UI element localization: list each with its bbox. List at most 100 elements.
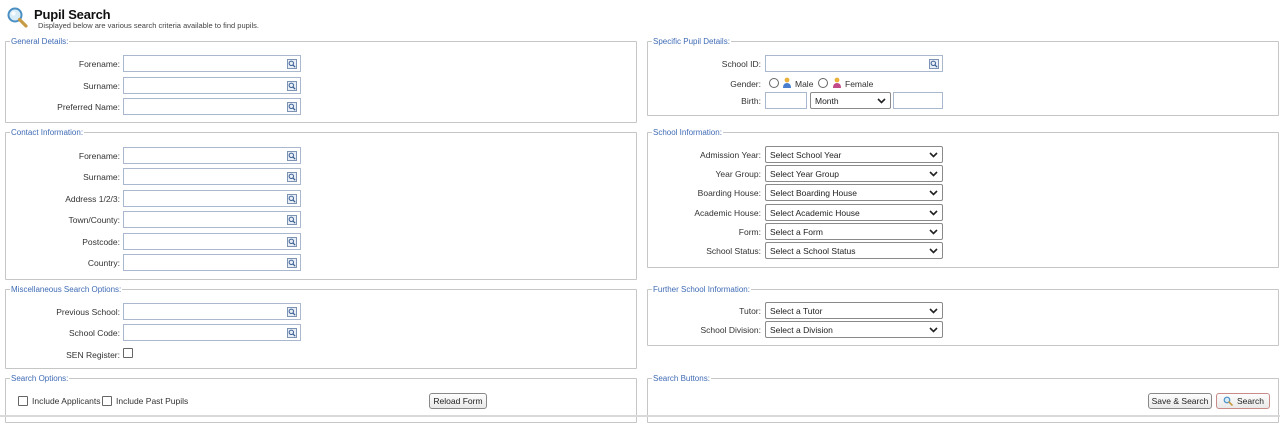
gender-male-radio[interactable] <box>769 78 779 88</box>
school-status-label: School Status: <box>706 246 761 256</box>
contact-surname-label: Surname: <box>83 172 120 182</box>
lookup-icon[interactable] <box>287 215 297 225</box>
general-forename-field[interactable] <box>123 55 301 72</box>
address-input[interactable] <box>124 191 300 206</box>
preferred-name-label: Preferred Name: <box>57 102 120 112</box>
chevron-down-icon <box>929 190 938 196</box>
lookup-icon[interactable] <box>287 102 297 112</box>
include-applicants-checkbox[interactable] <box>18 396 28 406</box>
school-status-select[interactable]: Select a School Status <box>765 242 943 259</box>
lookup-icon[interactable] <box>287 237 297 247</box>
further-school-information-legend: Further School Information: <box>652 284 751 295</box>
chevron-down-icon <box>929 229 938 235</box>
misc-search-options-legend: Miscellaneous Search Options: <box>10 284 123 295</box>
contact-forename-label: Forename: <box>78 151 120 161</box>
tutor-value: Select a Tutor <box>770 306 823 316</box>
birth-label: Birth: <box>741 96 761 106</box>
birth-day-input[interactable] <box>766 93 806 108</box>
postcode-field[interactable] <box>123 233 301 250</box>
country-field[interactable] <box>123 254 301 271</box>
gender-female-radio[interactable] <box>818 78 828 88</box>
school-status-value: Select a School Status <box>770 246 856 256</box>
form-select[interactable]: Select a Form <box>765 223 943 240</box>
contact-forename-input[interactable] <box>124 148 300 163</box>
country-input[interactable] <box>124 255 300 270</box>
lookup-icon[interactable] <box>287 172 297 182</box>
lookup-icon[interactable] <box>287 59 297 69</box>
contact-surname-field[interactable] <box>123 168 301 185</box>
contact-surname-input[interactable] <box>124 169 300 184</box>
school-id-input[interactable] <box>766 56 942 71</box>
gender-male-label[interactable]: Male <box>795 79 813 89</box>
sen-register-label: SEN Register: <box>66 350 120 360</box>
postcode-input[interactable] <box>124 234 300 249</box>
school-division-select[interactable]: Select a Division <box>765 321 943 338</box>
chevron-down-icon <box>929 327 938 333</box>
school-id-field[interactable] <box>765 55 943 72</box>
address-field[interactable] <box>123 190 301 207</box>
search-icon <box>1223 396 1233 406</box>
birth-month-value: Month <box>815 96 839 106</box>
general-details-legend: General Details: <box>10 36 70 47</box>
birth-year-field[interactable] <box>893 92 943 109</box>
general-preferred-name-input[interactable] <box>124 99 300 114</box>
chevron-down-icon <box>929 210 938 216</box>
lookup-icon[interactable] <box>287 81 297 91</box>
lookup-icon[interactable] <box>929 59 939 69</box>
surname-label: Surname: <box>83 81 120 91</box>
previous-school-input[interactable] <box>124 304 300 319</box>
lookup-icon[interactable] <box>287 258 297 268</box>
boarding-house-label: Boarding House: <box>697 188 761 198</box>
previous-school-label: Previous School: <box>56 307 120 317</box>
school-code-field[interactable] <box>123 324 301 341</box>
previous-school-field[interactable] <box>123 303 301 320</box>
country-label: Country: <box>87 258 120 268</box>
contact-forename-field[interactable] <box>123 147 301 164</box>
birth-year-input[interactable] <box>894 93 942 108</box>
tutor-select[interactable]: Select a Tutor <box>765 302 943 319</box>
sen-register-checkbox[interactable] <box>123 348 133 358</box>
town-county-field[interactable] <box>123 211 301 228</box>
gender-female-label[interactable]: Female <box>845 79 873 89</box>
general-surname-field[interactable] <box>123 77 301 94</box>
include-past-pupils-label[interactable]: Include Past Pupils <box>116 396 188 406</box>
year-group-value: Select Year Group <box>770 169 839 179</box>
birth-day-field[interactable] <box>765 92 807 109</box>
admission-year-value: Select School Year <box>770 150 842 160</box>
admission-year-label: Admission Year: <box>700 150 761 160</box>
town-county-input[interactable] <box>124 212 300 227</box>
lookup-icon[interactable] <box>287 328 297 338</box>
form-label: Form: <box>738 227 761 237</box>
general-forename-input[interactable] <box>124 56 300 71</box>
save-and-search-button[interactable]: Save & Search <box>1148 393 1212 409</box>
general-preferred-name-field[interactable] <box>123 98 301 115</box>
search-button[interactable]: Search <box>1216 393 1270 409</box>
school-information-fieldset: School Information: Admission Year: Sele… <box>647 127 1279 268</box>
misc-search-options-fieldset: Miscellaneous Search Options: Previous S… <box>5 284 637 369</box>
further-school-information-fieldset: Further School Information: Tutor: Selec… <box>647 284 1279 346</box>
general-surname-input[interactable] <box>124 78 300 93</box>
academic-house-select[interactable]: Select Academic House <box>765 204 943 221</box>
school-code-input[interactable] <box>124 325 300 340</box>
include-applicants-label[interactable]: Include Applicants <box>32 396 101 406</box>
postcode-label: Postcode: <box>82 237 120 247</box>
academic-house-label: Academic House: <box>694 208 761 218</box>
contact-information-fieldset: Contact Information: Forename: Surname: … <box>5 127 637 280</box>
include-past-pupils-checkbox[interactable] <box>102 396 112 406</box>
search-button-label: Search <box>1237 396 1264 406</box>
lookup-icon[interactable] <box>287 151 297 161</box>
boarding-house-select[interactable]: Select Boarding House <box>765 184 943 201</box>
school-id-label: School ID: <box>721 59 761 69</box>
birth-month-select[interactable]: Month <box>810 92 891 109</box>
reload-form-button[interactable]: Reload Form <box>429 393 487 409</box>
chevron-down-icon <box>877 98 886 104</box>
gender-label: Gender: <box>730 79 761 89</box>
lookup-icon[interactable] <box>287 307 297 317</box>
admission-year-select[interactable]: Select School Year <box>765 146 943 163</box>
school-division-label: School Division: <box>700 325 761 335</box>
chevron-down-icon <box>929 171 938 177</box>
contact-information-legend: Contact Information: <box>10 127 85 138</box>
lookup-icon[interactable] <box>287 194 297 204</box>
school-code-label: School Code: <box>68 328 120 338</box>
year-group-select[interactable]: Select Year Group <box>765 165 943 182</box>
